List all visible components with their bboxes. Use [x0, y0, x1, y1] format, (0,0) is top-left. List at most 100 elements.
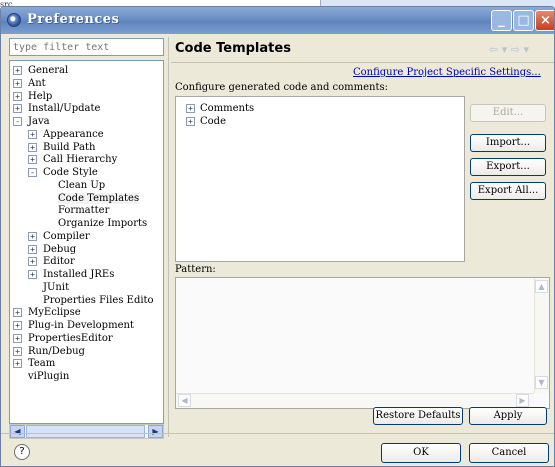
configure-label: Configure generated code and comments: — [175, 82, 389, 93]
tree-item-label: viPlugin — [28, 371, 70, 382]
help-icon[interactable]: ? — [14, 444, 30, 460]
expand-icon[interactable]: + — [13, 78, 22, 88]
export-all-button[interactable]: Export All... — [470, 182, 546, 200]
expand-icon[interactable]: + — [186, 117, 195, 126]
tree-item[interactable]: Code Templates — [48, 192, 140, 205]
expand-icon[interactable]: + — [28, 244, 37, 254]
tree-item[interactable]: + General — [13, 64, 68, 77]
cancel-button[interactable]: Cancel — [469, 443, 549, 463]
tree-item[interactable]: - Code Style — [28, 166, 98, 179]
expand-icon[interactable]: + — [28, 231, 37, 241]
tree-item-label: Run/Debug — [28, 345, 85, 357]
tree-item-label: Call Hierarchy — [43, 154, 118, 166]
template-tree-item[interactable]: + Code — [186, 115, 226, 128]
expand-icon[interactable]: + — [28, 129, 37, 139]
scroll-up-icon[interactable]: ▲ — [535, 280, 548, 293]
expand-icon[interactable]: + — [13, 321, 22, 330]
expand-icon[interactable]: + — [13, 333, 22, 343]
expand-icon[interactable]: + — [13, 308, 22, 318]
tree-item-label: PropertiesEditor — [28, 332, 113, 344]
footer-divider — [1, 433, 554, 434]
tree-item[interactable]: + Installed JREs — [28, 268, 115, 281]
configure-project-specific-link[interactable]: Configure Project Specific Settings... — [353, 67, 541, 78]
tree-item-label: JUnit — [43, 281, 70, 293]
apply-button[interactable]: Apply — [469, 407, 547, 425]
pattern-label: Pattern: — [175, 264, 216, 275]
scroll-left-icon[interactable]: ◀ — [10, 425, 25, 438]
tree-item[interactable]: + PropertiesEditor — [13, 332, 113, 345]
template-tree[interactable]: + Comments + Code — [175, 96, 465, 262]
tree-item-label: Build Path — [43, 141, 96, 153]
tree-item[interactable]: + Build Path — [28, 141, 96, 154]
maximize-button[interactable]: □ — [513, 10, 534, 31]
close-button[interactable]: × — [535, 10, 554, 31]
expand-icon[interactable]: + — [13, 346, 22, 356]
tree-item[interactable]: viPlugin — [18, 370, 69, 383]
import-button[interactable]: Import... — [470, 134, 546, 152]
edit-button[interactable]: Edit... — [470, 104, 546, 122]
history-navigation: ⇦ ▾ ⇨ ▾ — [489, 43, 529, 56]
template-tree-label: Comments — [200, 103, 255, 114]
filter-input[interactable] — [9, 38, 164, 56]
pattern-textarea[interactable]: ▲ ▼ ◀ ▶ — [175, 277, 550, 409]
tree-item[interactable]: + Team — [13, 357, 55, 370]
template-tree-item[interactable]: + Comments — [186, 102, 255, 115]
tree-item-label: Formatter — [58, 205, 110, 217]
tree-item-label: Compiler — [43, 230, 90, 242]
restore-defaults-button[interactable]: Restore Defaults — [373, 407, 463, 425]
tree-item[interactable]: Properties Files Edito — [33, 294, 154, 307]
panel-divider[interactable] — [168, 37, 169, 437]
scroll-left-small-icon[interactable]: ◀ — [178, 394, 191, 407]
tree-item-label: Appearance — [43, 128, 104, 140]
tree-item[interactable]: + Help — [13, 90, 52, 103]
tree-item[interactable]: Formatter — [48, 204, 109, 217]
title-bar[interactable]: Preferences _ □ × — [1, 7, 554, 34]
expand-icon[interactable]: + — [13, 91, 22, 101]
pattern-vertical-scrollbar[interactable]: ▲ ▼ — [534, 278, 549, 393]
tree-item[interactable]: + Compiler — [28, 230, 90, 243]
scroll-right-icon[interactable]: ▶ — [148, 425, 163, 438]
tree-item[interactable]: + Ant — [13, 77, 46, 90]
tree-item-label: Install/Update — [28, 103, 101, 115]
tree-item-label: Installed JREs — [43, 269, 115, 280]
tree-item-label: Code Templates — [58, 192, 140, 204]
expand-icon[interactable]: + — [28, 142, 37, 152]
tree-item[interactable]: JUnit — [33, 281, 69, 294]
template-tree-label: Code — [200, 116, 226, 127]
collapse-icon[interactable]: - — [13, 117, 22, 126]
tree-item[interactable]: + Plug-in Development — [13, 319, 134, 332]
tree-item[interactable]: + Editor — [28, 255, 75, 268]
expand-icon[interactable]: + — [13, 66, 22, 75]
expand-icon[interactable]: + — [13, 359, 22, 369]
tree-item[interactable]: + Install/Update — [13, 102, 101, 115]
scroll-down-icon[interactable]: ▼ — [535, 376, 548, 389]
pattern-horizontal-scrollbar[interactable]: ◀ ▶ — [176, 393, 534, 408]
export-button[interactable]: Export... — [470, 158, 546, 176]
collapse-icon[interactable]: - — [28, 168, 37, 177]
tree-item[interactable]: + MyEclipse — [13, 306, 81, 319]
expand-icon[interactable]: + — [13, 104, 22, 114]
tree-item[interactable]: + Appearance — [28, 128, 104, 141]
expand-icon[interactable]: + — [28, 257, 37, 267]
tree-item[interactable]: + Debug — [28, 243, 76, 256]
expand-icon[interactable]: + — [28, 270, 37, 279]
preference-tree[interactable]: + General + Ant + Help + Install/Update - Java + Ap… — [9, 60, 164, 424]
tree-item[interactable]: + Run/Debug — [13, 345, 85, 358]
tree-item-label: Code Style — [43, 167, 98, 178]
tree-item[interactable]: Clean Up — [48, 179, 105, 192]
expand-icon[interactable]: + — [186, 104, 195, 113]
forward-arrow-icon[interactable]: ⇨ ▾ — [511, 43, 529, 56]
eclipse-icon — [7, 13, 21, 27]
scroll-thumb[interactable] — [26, 425, 145, 438]
ok-button[interactable]: OK — [381, 443, 461, 463]
tree-horizontal-scrollbar[interactable]: ◀ ▶ — [9, 424, 164, 439]
back-arrow-icon[interactable]: ⇦ ▾ — [489, 43, 507, 56]
tree-item-label: Clean Up — [58, 179, 106, 191]
minimize-button[interactable]: _ — [491, 10, 512, 31]
expand-icon[interactable]: + — [28, 155, 37, 165]
tree-item[interactable]: + Call Hierarchy — [28, 153, 118, 166]
tree-item-label: Ant — [28, 77, 46, 89]
scroll-right-small-icon[interactable]: ▶ — [516, 394, 529, 407]
tree-item[interactable]: Organize Imports — [48, 217, 147, 230]
tree-item[interactable]: - Java — [13, 115, 50, 128]
